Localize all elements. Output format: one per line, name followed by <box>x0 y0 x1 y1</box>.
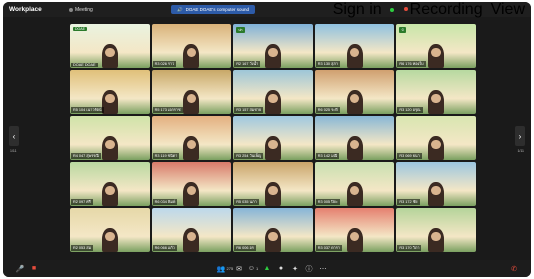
participant-face <box>105 139 115 150</box>
participant-tile[interactable]: DOAE DOAE DOAE <box>70 24 150 68</box>
mute-button[interactable]: 🎤 <box>13 263 27 275</box>
participant-tile[interactable]: R5 104 เนาวรัตน์ <box>70 70 150 114</box>
participant-name: R3 130 สุภา <box>315 61 341 67</box>
view-button[interactable]: View <box>491 2 525 19</box>
participant-name: R3 005 ปิยะ <box>315 199 340 205</box>
participant-tile[interactable]: R3 172 ชัย <box>396 162 476 206</box>
participant-name: DOAE DOAE <box>71 63 98 67</box>
shared-sound-label: DOAE DOAE's computer sound <box>185 7 249 12</box>
tile-badge: ปก <box>236 27 245 33</box>
meeting-chip[interactable]: Meeting <box>69 7 93 13</box>
participant-name: R6 025 ระพี <box>315 107 340 113</box>
participant-name: R3 026 ราว <box>152 61 177 67</box>
gallery-grid: DOAE DOAE DOAE R3 026 ราว ปก R2 167 วั่งน้ำ R… <box>70 24 476 252</box>
video-button[interactable]: ■ <box>27 263 41 275</box>
participant-name: R2 167 วั่งน้ำ <box>234 61 261 67</box>
reactions-button[interactable]: ☺ 1 <box>246 263 260 275</box>
participant-tile[interactable]: R3 026 ราว <box>151 24 232 68</box>
more-button[interactable]: ⋯ <box>316 263 330 275</box>
participant-tile[interactable]: R3 157 สมชาย <box>233 70 313 114</box>
participant-tile[interactable]: R3 254 วันเพ็ญ <box>233 116 313 160</box>
participant-name: R5 173 เอกราช <box>152 107 183 113</box>
meeting-label: Meeting <box>75 6 93 13</box>
share-screen-button[interactable]: ▲ <box>260 263 274 275</box>
meeting-window: Workplace Meeting 🔊 DOAE DOAE's computer… <box>3 2 531 277</box>
participants-button[interactable]: 👥 275 <box>217 263 233 275</box>
participant-tile[interactable]: R3 037 ดารา <box>314 208 395 252</box>
leave-button[interactable]: ✆ <box>507 263 521 275</box>
participant-tile[interactable]: R2 053 สม <box>70 208 150 252</box>
info-button[interactable]: ⓘ <box>302 263 316 275</box>
top-right-controls: Sign in Recording View <box>333 2 525 19</box>
participant-name: R3 254 วันเพ็ญ <box>234 153 264 159</box>
recording-indicator[interactable]: Recording <box>403 2 483 19</box>
page-indicator-right: 1/11 <box>517 149 524 153</box>
participant-name: R6 034 พิมพ์ <box>152 199 178 205</box>
participant-tile[interactable]: R3 120 อรุณ <box>396 70 476 114</box>
participant-face <box>268 139 278 150</box>
participant-tile[interactable]: R3 119 ชนิดา <box>151 116 232 160</box>
participant-face <box>268 47 278 58</box>
participant-name: R3 037 ดารา <box>315 245 342 251</box>
participant-tile[interactable]: R3 142 มณี <box>314 116 395 160</box>
participant-name: R3 119 ชนิดา <box>152 153 180 159</box>
tile-badge: DOAE <box>73 27 87 31</box>
speaker-icon: 🔊 <box>177 6 183 12</box>
previous-page-button[interactable]: ‹ <box>9 126 19 146</box>
participant-name: R3 157 สมชาย <box>234 107 264 113</box>
participant-tile[interactable]: ปก R2 167 วั่งน้ำ <box>233 24 313 68</box>
participant-name: R4 047 สุพรรณี <box>71 153 101 159</box>
participant-face <box>268 231 278 242</box>
apps-button[interactable]: ✦ <box>288 263 302 275</box>
record-button[interactable]: ● <box>274 263 288 275</box>
participant-name: R2 097 ศรี <box>71 199 93 205</box>
participant-tile[interactable]: R6 025 ระพี <box>314 70 395 114</box>
recording-icon <box>403 7 408 12</box>
meeting-toolbar: 🎤 ■ 👥 275 ✉ ☺ 1 ▲ ● ✦ ⓘ ⋯ ✆ <box>3 260 531 277</box>
participant-name: R3 120 อรุณ <box>397 107 423 113</box>
participant-face <box>105 185 115 196</box>
shared-sound-chip[interactable]: 🔊 DOAE DOAE's computer sound <box>171 5 255 14</box>
signin-link[interactable]: Sign in <box>333 2 382 19</box>
participant-tile[interactable]: R3 170 วิภา <box>396 208 476 252</box>
participant-name: R3 172 ชัย <box>397 199 420 205</box>
participant-tile[interactable]: R6 006 อร <box>233 208 313 252</box>
participant-name: R5 104 เนาวรัตน์ <box>71 107 104 113</box>
secure-icon <box>389 7 394 12</box>
participant-tile[interactable]: R2 097 ศรี <box>70 162 150 206</box>
next-page-button[interactable]: › <box>515 126 525 146</box>
participant-name: R3 069 ธนา <box>397 153 422 159</box>
participant-tile[interactable]: R3 005 ปิยะ <box>314 162 395 206</box>
participant-face <box>268 185 278 196</box>
participant-tile[interactable]: R6 034 พิมพ์ <box>151 162 232 206</box>
recording-label: Recording <box>409 2 483 18</box>
participant-name: R5 035 นภา <box>234 199 259 205</box>
participant-tile[interactable]: R4 047 สุพรรณี <box>70 116 150 160</box>
participant-tile[interactable]: ป๋ R6 176 ทองใบ <box>396 24 476 68</box>
participant-name: R2 053 สม <box>71 245 94 251</box>
reactions-count: 1 <box>255 266 259 271</box>
participant-name: R6 176 ทองใบ <box>397 61 426 67</box>
participant-name: R3 170 วิภา <box>397 245 422 251</box>
chat-button[interactable]: ✉ <box>232 263 246 275</box>
participant-face <box>268 93 278 104</box>
participant-tile[interactable]: R5 173 เอกราช <box>151 70 232 114</box>
app-name: Workplace <box>9 6 42 13</box>
participant-name: R6 066 แก้ว <box>152 245 177 251</box>
participant-name: R6 006 อร <box>234 245 256 251</box>
participant-tile[interactable]: R3 130 สุภา <box>314 24 395 68</box>
participant-tile[interactable]: R5 035 นภา <box>233 162 313 206</box>
participant-tile[interactable]: R3 069 ธนา <box>396 116 476 160</box>
participant-tile[interactable]: R6 066 แก้ว <box>151 208 232 252</box>
participant-face <box>105 231 115 242</box>
tile-badge: ป๋ <box>399 27 406 33</box>
participant-name: R3 142 มณี <box>315 153 340 159</box>
participant-face <box>105 47 115 58</box>
page-indicator-left: 1/11 <box>10 149 17 153</box>
participant-face <box>105 93 115 104</box>
meeting-icon <box>69 7 73 12</box>
